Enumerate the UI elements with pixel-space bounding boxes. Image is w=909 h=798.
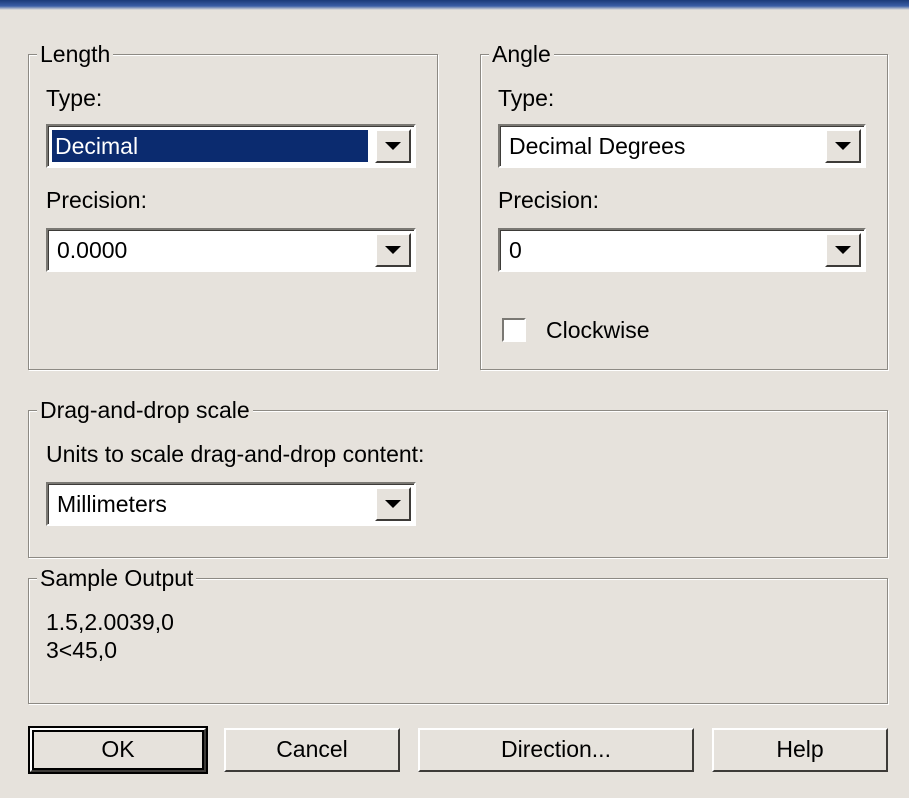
clockwise-checkbox[interactable] <box>502 318 526 342</box>
length-legend: Length <box>37 40 114 68</box>
chevron-down-icon[interactable] <box>825 233 861 267</box>
length-type-dropdown[interactable]: Decimal <box>46 124 416 168</box>
cancel-button[interactable]: Cancel <box>224 728 400 772</box>
length-type-label: Type: <box>46 85 103 111</box>
scale-legend: Drag-and-drop scale <box>37 396 253 424</box>
angle-type-value: Decimal Degrees <box>509 133 686 159</box>
angle-legend: Angle <box>489 40 554 68</box>
angle-type-label: Type: <box>498 85 555 111</box>
chevron-down-icon[interactable] <box>375 233 411 267</box>
angle-precision-dropdown[interactable]: 0 <box>498 228 866 272</box>
scale-units-label: Units to scale drag-and-drop content: <box>46 441 425 467</box>
length-precision-value: 0.0000 <box>57 237 128 263</box>
length-precision-label: Precision: <box>46 187 147 213</box>
angle-precision-value: 0 <box>509 237 522 263</box>
title-bar-edge <box>0 0 909 10</box>
ok-button[interactable]: OK <box>30 728 206 772</box>
length-precision-dropdown[interactable]: 0.0000 <box>46 228 416 272</box>
chevron-down-icon[interactable] <box>375 129 411 163</box>
direction-button[interactable]: Direction... <box>418 728 694 772</box>
scale-units-value: Millimeters <box>57 491 167 517</box>
help-button[interactable]: Help <box>712 728 888 772</box>
chevron-down-icon[interactable] <box>825 129 861 163</box>
angle-precision-label: Precision: <box>498 187 599 213</box>
chevron-down-icon[interactable] <box>375 487 411 521</box>
length-type-value: Decimal <box>52 130 368 162</box>
clockwise-label[interactable]: Clockwise <box>546 316 650 344</box>
sample-output-group: Sample Output <box>28 564 888 704</box>
sample-output-line-1: 1.5,2.0039,0 <box>46 609 174 635</box>
sample-output-line-2: 3<45,0 <box>46 637 117 663</box>
scale-units-dropdown[interactable]: Millimeters <box>46 482 416 526</box>
sample-output-legend: Sample Output <box>37 564 197 592</box>
angle-type-dropdown[interactable]: Decimal Degrees <box>498 124 866 168</box>
